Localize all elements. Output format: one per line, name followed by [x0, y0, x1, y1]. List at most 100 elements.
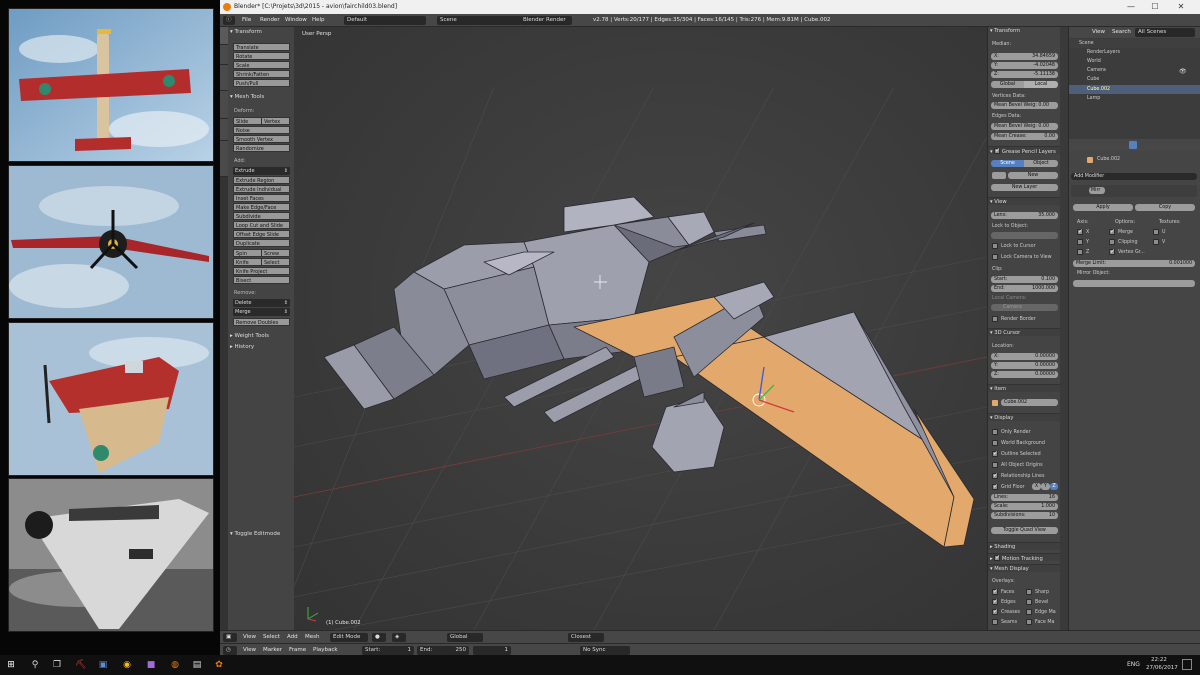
grid-floor-checkbox[interactable]: [992, 483, 998, 490]
overlay-faces-checkbox[interactable]: [992, 588, 998, 595]
app-icon-save[interactable]: ▣: [96, 658, 110, 672]
grid-subdivisions-field[interactable]: Subdivisions: 10: [991, 512, 1058, 519]
app-icon-onenote[interactable]: ■: [144, 658, 158, 672]
outliner-item-cube002[interactable]: Cube.002: [1087, 86, 1110, 93]
task-view-icon[interactable]: ❐: [50, 658, 64, 672]
gp-object-toggle[interactable]: Object: [1024, 160, 1058, 167]
vertex-groups-checkbox[interactable]: [1109, 248, 1115, 255]
overlay-seams-checkbox[interactable]: [992, 619, 998, 625]
gp-pencil-icon[interactable]: [992, 172, 1006, 179]
lens-field[interactable]: Lens: 35.000: [991, 212, 1058, 219]
scale-button[interactable]: Scale: [233, 61, 290, 69]
app-icon-6[interactable]: ✿: [212, 658, 226, 672]
lock-object-field[interactable]: [991, 232, 1058, 239]
app-icon-5[interactable]: ▤: [190, 658, 204, 672]
duplicate-button[interactable]: Duplicate: [233, 239, 290, 247]
median-y-field[interactable]: Y: -4.02048: [991, 62, 1058, 69]
mirror-y-checkbox[interactable]: [1077, 239, 1083, 245]
item-name-field[interactable]: Cube.002: [1001, 399, 1058, 406]
item-section-header[interactable]: ▾ Item: [988, 384, 1061, 392]
shading-section-header[interactable]: ▸ Shading: [988, 542, 1061, 550]
axis-x-toggle[interactable]: X: [1032, 483, 1041, 490]
clock-date[interactable]: 27/06/2017: [1146, 665, 1178, 671]
chrome-icon[interactable]: ◉: [120, 658, 134, 672]
clip-end-field[interactable]: End: 1000.000: [991, 285, 1058, 292]
mirror-z-checkbox[interactable]: [1077, 249, 1083, 255]
translate-button[interactable]: Translate: [233, 43, 290, 51]
render-border-checkbox[interactable]: [992, 316, 998, 322]
new-layer-button[interactable]: New Layer: [991, 184, 1058, 191]
overlay-bevel-checkbox[interactable]: [1026, 599, 1032, 605]
pivot-select[interactable]: ◈: [392, 633, 406, 642]
outline-selected-checkbox[interactable]: [992, 450, 998, 457]
scene-select[interactable]: Scene: [437, 16, 521, 25]
app-icon-1[interactable]: ⛏: [74, 658, 88, 672]
shrink-fatten-button[interactable]: Shrink/Fatten: [233, 70, 290, 78]
add-modifier-select[interactable]: Add Modifier: [1071, 173, 1197, 180]
only-render-checkbox[interactable]: [992, 429, 998, 435]
view3d-menu-mesh[interactable]: Mesh: [302, 633, 322, 642]
editor-type-icon[interactable]: ⓘ: [223, 16, 235, 25]
copy-button[interactable]: Copy: [1135, 204, 1195, 211]
search-icon[interactable]: ⚲: [28, 658, 42, 672]
outliner-item-lamp[interactable]: Lamp: [1087, 95, 1100, 102]
layout-select[interactable]: Default: [344, 16, 426, 25]
mirror-modifier-header[interactable]: Mirr: [1071, 185, 1197, 197]
clock-time[interactable]: 22:22: [1151, 657, 1167, 663]
world-background-checkbox[interactable]: [992, 440, 998, 446]
offset-edge-slide-button[interactable]: Offset Edge Slide: [233, 230, 290, 238]
transform-section-header[interactable]: ▾ Transform: [988, 27, 1061, 35]
mesh-canvas[interactable]: [294, 27, 987, 630]
smooth-vertex-button[interactable]: Smooth Vertex: [233, 135, 290, 143]
push-pull-button[interactable]: Push/Pull: [233, 79, 290, 87]
mode-select[interactable]: Edit Mode: [330, 633, 368, 642]
motion-tracking-header[interactable]: ▸ Motion Tracking: [988, 553, 1061, 562]
overlay-creases-checkbox[interactable]: [992, 608, 998, 615]
relationship-lines-checkbox[interactable]: [992, 472, 998, 479]
slide-edge-button[interactable]: Slide Edge: [233, 117, 262, 133]
knife-button[interactable]: Knife: [233, 258, 262, 266]
timeline-menu-view[interactable]: View: [240, 646, 259, 655]
global-toggle[interactable]: Global: [991, 81, 1024, 88]
vertex-slide-button[interactable]: Vertex: [261, 117, 290, 125]
toggle-quad-view-button[interactable]: Toggle Quad View: [991, 527, 1058, 534]
outliner-search-menu[interactable]: Search: [1109, 28, 1134, 37]
menu-window[interactable]: Window: [282, 16, 310, 25]
timeline-editor-type-icon[interactable]: ◷: [223, 646, 237, 655]
blender-taskbar-icon[interactable]: ◍: [168, 658, 182, 672]
panel-scrollbar[interactable]: [1060, 27, 1068, 630]
overlay-edges-checkbox[interactable]: [992, 598, 998, 605]
subdivide-button[interactable]: Subdivide: [233, 212, 290, 220]
cursor-y-field[interactable]: Y: 0.00000: [991, 362, 1058, 369]
median-z-field[interactable]: Z: -5.11138: [991, 71, 1058, 78]
properties-tabs[interactable]: [1069, 139, 1200, 151]
display-section-header[interactable]: ▾ Display: [988, 413, 1061, 421]
outliner-item-renderlayers[interactable]: RenderLayers: [1087, 49, 1120, 56]
outliner-item-camera[interactable]: Camera: [1087, 67, 1106, 74]
screw-button[interactable]: Screw: [261, 249, 290, 257]
outliner-item-scene[interactable]: Scene: [1079, 40, 1094, 47]
merge-limit-field[interactable]: Merge Limit: 0.001000: [1073, 260, 1195, 267]
view3d-menu-view[interactable]: View: [240, 633, 259, 642]
axis-z-toggle[interactable]: Z: [1050, 483, 1058, 490]
merge-checkbox[interactable]: [1109, 228, 1115, 235]
3d-cursor-section-header[interactable]: ▾ 3D Cursor: [988, 328, 1061, 336]
loop-cut-button[interactable]: Loop Cut and Slide: [233, 221, 290, 229]
timeline-menu-playback[interactable]: Playback: [310, 646, 341, 655]
bisect-button[interactable]: Bisect: [233, 276, 290, 284]
outliner-view-menu[interactable]: View: [1089, 28, 1108, 37]
merge-select[interactable]: Merge ⇕: [233, 308, 290, 316]
local-toggle[interactable]: Local: [1024, 81, 1058, 88]
3d-viewport[interactable]: User Persp (1) Cube.002: [294, 27, 987, 630]
extrude-individual-button[interactable]: Extrude Individual: [233, 185, 290, 193]
mirror-v-checkbox[interactable]: [1153, 239, 1159, 245]
end-frame-field[interactable]: End: 250: [417, 646, 469, 655]
tab-create[interactable]: [220, 45, 228, 65]
extrude-select[interactable]: Extrude ⇕: [233, 167, 290, 175]
tab-tools[interactable]: [220, 27, 228, 45]
maximize-button[interactable]: ☐: [1144, 0, 1166, 14]
apply-button[interactable]: Apply: [1073, 204, 1133, 211]
start-menu-icon[interactable]: ⊞: [4, 658, 18, 672]
tab-relations[interactable]: [220, 65, 228, 91]
mirror-modifier-name[interactable]: Mirr: [1089, 187, 1105, 194]
